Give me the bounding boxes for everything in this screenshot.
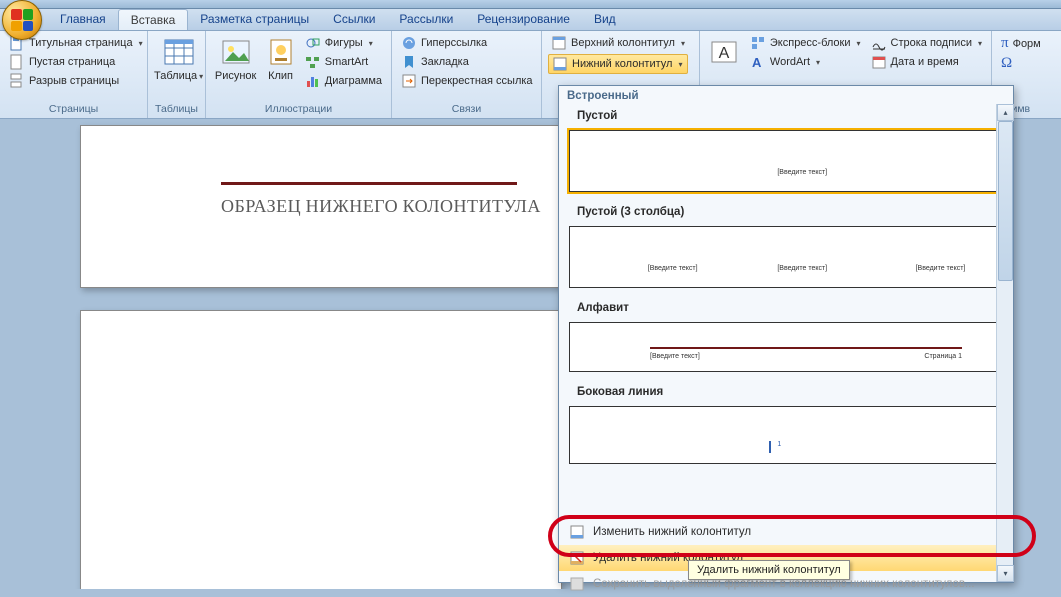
crossref-icon (401, 73, 417, 89)
blank-page-button[interactable]: Пустая страница (6, 53, 146, 71)
footer-preset-empty[interactable]: [Введите текст] (569, 130, 1003, 192)
footer-icon (552, 56, 568, 72)
quickparts-icon (750, 35, 766, 51)
datetime-icon (871, 54, 887, 70)
footer-label: Нижний колонтитул (572, 58, 672, 70)
page-1[interactable]: ОБРАЗЕЦ НИЖНЕГО КОЛОНТИТУЛА (80, 125, 562, 288)
gallery-header: Встроенный (559, 86, 1013, 106)
group-pages-title: Страницы (6, 102, 141, 117)
table-label: Таблица (154, 70, 203, 82)
chart-icon (305, 73, 321, 89)
gallery-section-empty3: Пустой (3 столбца) (567, 202, 1005, 222)
page-2[interactable] (80, 310, 562, 589)
wordart-label: WordArt (770, 56, 810, 68)
header-button[interactable]: Верхний колонтитул (548, 34, 688, 52)
shapes-icon (305, 35, 321, 51)
cover-page-label: Титульная страница (29, 37, 133, 49)
header-icon (551, 35, 567, 51)
equation-label: Форм (1013, 38, 1041, 50)
chart-button[interactable]: Диаграмма (302, 72, 385, 90)
group-links-title: Связи (398, 102, 535, 117)
gallery-scrollbar[interactable]: ▴ ▾ (996, 104, 1013, 582)
svg-text:A: A (719, 45, 730, 62)
tab-refs[interactable]: Ссылки (321, 9, 387, 30)
scroll-thumb[interactable] (998, 121, 1013, 281)
header-label: Верхний колонтитул (571, 37, 675, 49)
edit-footer-item[interactable]: Изменить нижний колонтитул (559, 519, 1013, 545)
ribbon-tabs: Главная Вставка Разметка страницы Ссылки… (0, 9, 1061, 31)
bookmark-button[interactable]: Закладка (398, 53, 536, 71)
document-heading: ОБРАЗЕЦ НИЖНЕГО КОЛОНТИТУЛА (221, 196, 541, 217)
footer-gallery: Встроенный Пустой [Введите текст] Пустой… (558, 85, 1014, 583)
gallery-section-alpha: Алфавит (567, 298, 1005, 318)
blank-page-icon (9, 54, 25, 70)
remove-icon (569, 550, 585, 566)
decorative-rule (221, 182, 517, 185)
shapes-button[interactable]: Фигуры (302, 34, 385, 52)
textbox-icon: A (708, 36, 740, 68)
save-icon (569, 576, 585, 592)
bookmark-label: Закладка (421, 56, 469, 68)
tab-review[interactable]: Рецензирование (465, 9, 582, 30)
scroll-down-button[interactable]: ▾ (997, 565, 1014, 582)
edit-footer-label: Изменить нижний колонтитул (593, 526, 751, 538)
sigline-label: Строка подписи (891, 37, 972, 49)
picture-icon (220, 36, 252, 68)
symbol-button[interactable]: Ω (998, 54, 1044, 73)
table-button[interactable]: Таблица (154, 34, 203, 82)
tab-view[interactable]: Вид (582, 9, 628, 30)
footer-button[interactable]: Нижний колонтитул (548, 54, 688, 74)
gallery-footer-menu: Изменить нижний колонтитул Удалить нижни… (559, 518, 1013, 597)
picture-label: Рисунок (215, 70, 257, 82)
tab-mail[interactable]: Рассылки (387, 9, 465, 30)
crossref-label: Перекрестная ссылка (421, 75, 533, 87)
smartart-label: SmartArt (325, 56, 368, 68)
blank-page-label: Пустая страница (29, 56, 115, 68)
pi-icon: π (1001, 35, 1009, 52)
hyperlink-button[interactable]: Гиперссылка (398, 34, 536, 52)
hyperlink-icon (401, 35, 417, 51)
shapes-label: Фигуры (325, 37, 363, 49)
clip-label: Клип (268, 70, 293, 82)
quickparts-button[interactable]: Экспресс-блоки (747, 34, 864, 52)
footer-preset-alpha[interactable]: [Введите текст] Страница 1 (569, 322, 1003, 372)
page-break-icon (9, 73, 25, 89)
footer-preset-sideline[interactable]: 1 (569, 406, 1003, 464)
bookmark-icon (401, 54, 417, 70)
hyperlink-label: Гиперссылка (421, 37, 487, 49)
datetime-button[interactable]: Дата и время (868, 53, 985, 71)
footer-preset-empty3[interactable]: [Введите текст] [Введите текст] [Введите… (569, 226, 1003, 288)
equation-button[interactable]: π Форм (998, 34, 1044, 53)
tab-home[interactable]: Главная (48, 9, 118, 30)
tab-insert[interactable]: Вставка (118, 9, 189, 30)
sigline-icon (871, 35, 887, 51)
crossref-button[interactable]: Перекрестная ссылка (398, 72, 536, 90)
page-break-label: Разрыв страницы (29, 75, 119, 87)
smartart-button[interactable]: SmartArt (302, 53, 385, 71)
omega-icon: Ω (1001, 55, 1012, 72)
datetime-label: Дата и время (891, 56, 959, 68)
textbox-button[interactable]: A (706, 34, 743, 70)
scroll-up-button[interactable]: ▴ (997, 104, 1014, 121)
group-illus-title: Иллюстрации (212, 102, 385, 117)
table-icon (163, 36, 195, 68)
gallery-section-sideline: Боковая линия (567, 382, 1005, 402)
tab-layout[interactable]: Разметка страницы (188, 9, 321, 30)
svg-text:A: A (752, 55, 762, 70)
quickparts-label: Экспресс-блоки (770, 37, 851, 49)
picture-button[interactable]: Рисунок (212, 34, 259, 82)
wordart-icon: A (750, 54, 766, 70)
page-break-button[interactable]: Разрыв страницы (6, 72, 146, 90)
office-button[interactable] (2, 0, 42, 40)
smartart-icon (305, 54, 321, 70)
gallery-section-empty: Пустой (567, 106, 1005, 126)
group-tables-title: Таблицы (154, 102, 199, 117)
sigline-button[interactable]: Строка подписи (868, 34, 985, 52)
clip-icon (265, 36, 297, 68)
tooltip: Удалить нижний колонтитул (688, 560, 850, 580)
chart-label: Диаграмма (325, 75, 382, 87)
wordart-button[interactable]: A WordArt (747, 53, 864, 71)
clip-button[interactable]: Клип (263, 34, 298, 82)
edit-icon (569, 524, 585, 540)
